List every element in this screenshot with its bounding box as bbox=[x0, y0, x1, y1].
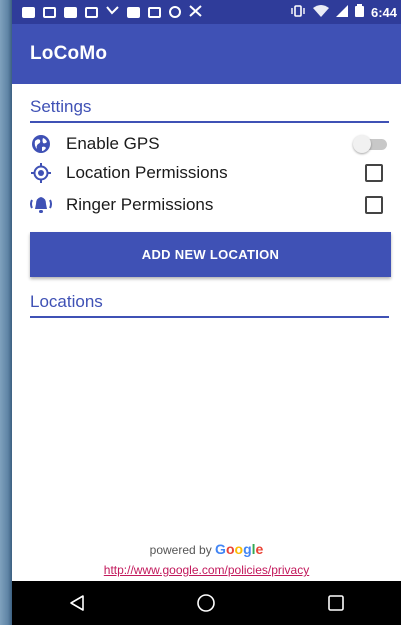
google-logo-letter: o bbox=[225, 541, 235, 557]
location-target-icon bbox=[30, 162, 52, 184]
card-icon bbox=[64, 6, 77, 18]
setting-row-enable-gps[interactable]: Enable GPS bbox=[30, 130, 389, 158]
list-icon bbox=[43, 6, 56, 18]
powered-by-google: powered by Google bbox=[12, 541, 401, 557]
gmail-icon bbox=[85, 6, 98, 18]
notification-icons bbox=[22, 4, 290, 20]
message-icon bbox=[22, 6, 35, 18]
status-bar: 6:44 bbox=[12, 0, 401, 24]
privacy-policy-link[interactable]: http://www.google.com/policies/privacy bbox=[12, 563, 401, 577]
powered-by-text: powered by bbox=[149, 543, 216, 557]
settings-header: Settings bbox=[30, 97, 389, 123]
recents-icon[interactable] bbox=[311, 583, 361, 623]
status-time: 6:44 bbox=[370, 4, 397, 20]
back-icon[interactable] bbox=[52, 583, 102, 623]
signal-icon bbox=[335, 4, 348, 20]
navigation-bar bbox=[12, 581, 401, 625]
locations-header: Locations bbox=[30, 292, 389, 318]
toggle-thumb bbox=[353, 135, 371, 153]
enable-gps-label: Enable GPS bbox=[66, 134, 160, 153]
phone-screen: 6:44 LoCoMo Settings Enable GPS Location… bbox=[12, 0, 401, 625]
globe-icon bbox=[30, 133, 52, 155]
vibrate-icon bbox=[290, 4, 306, 20]
enable-gps-toggle[interactable] bbox=[353, 135, 387, 153]
location-permissions-label: Location Permissions bbox=[66, 163, 228, 182]
tools-icon bbox=[189, 4, 202, 20]
setting-row-location-permissions[interactable]: Location Permissions bbox=[30, 159, 389, 187]
image-icon bbox=[127, 6, 140, 18]
app-bar: LoCoMo bbox=[12, 24, 401, 84]
google-logo-letter: G bbox=[215, 541, 226, 557]
ringer-icon bbox=[30, 194, 52, 216]
app-title: LoCoMo bbox=[30, 43, 108, 64]
location-permissions-checkbox[interactable] bbox=[365, 164, 383, 182]
wifi-icon bbox=[312, 4, 329, 20]
system-icons: 6:44 bbox=[290, 4, 397, 20]
setting-row-ringer-permissions[interactable]: Ringer Permissions bbox=[30, 191, 389, 219]
whatsapp-icon bbox=[169, 6, 181, 18]
home-icon[interactable] bbox=[181, 583, 231, 623]
add-new-location-button[interactable]: ADD NEW LOCATION bbox=[30, 232, 391, 277]
gallery-icon bbox=[148, 6, 161, 18]
google-logo-letter: e bbox=[255, 541, 264, 557]
google-logo-letter: o bbox=[234, 541, 244, 557]
locations-list bbox=[30, 322, 389, 532]
missed-call-icon bbox=[106, 5, 119, 19]
google-logo-letter: g bbox=[243, 541, 252, 557]
ringer-permissions-label: Ringer Permissions bbox=[66, 195, 214, 214]
ringer-permissions-checkbox[interactable] bbox=[365, 196, 383, 214]
battery-icon bbox=[354, 4, 364, 20]
